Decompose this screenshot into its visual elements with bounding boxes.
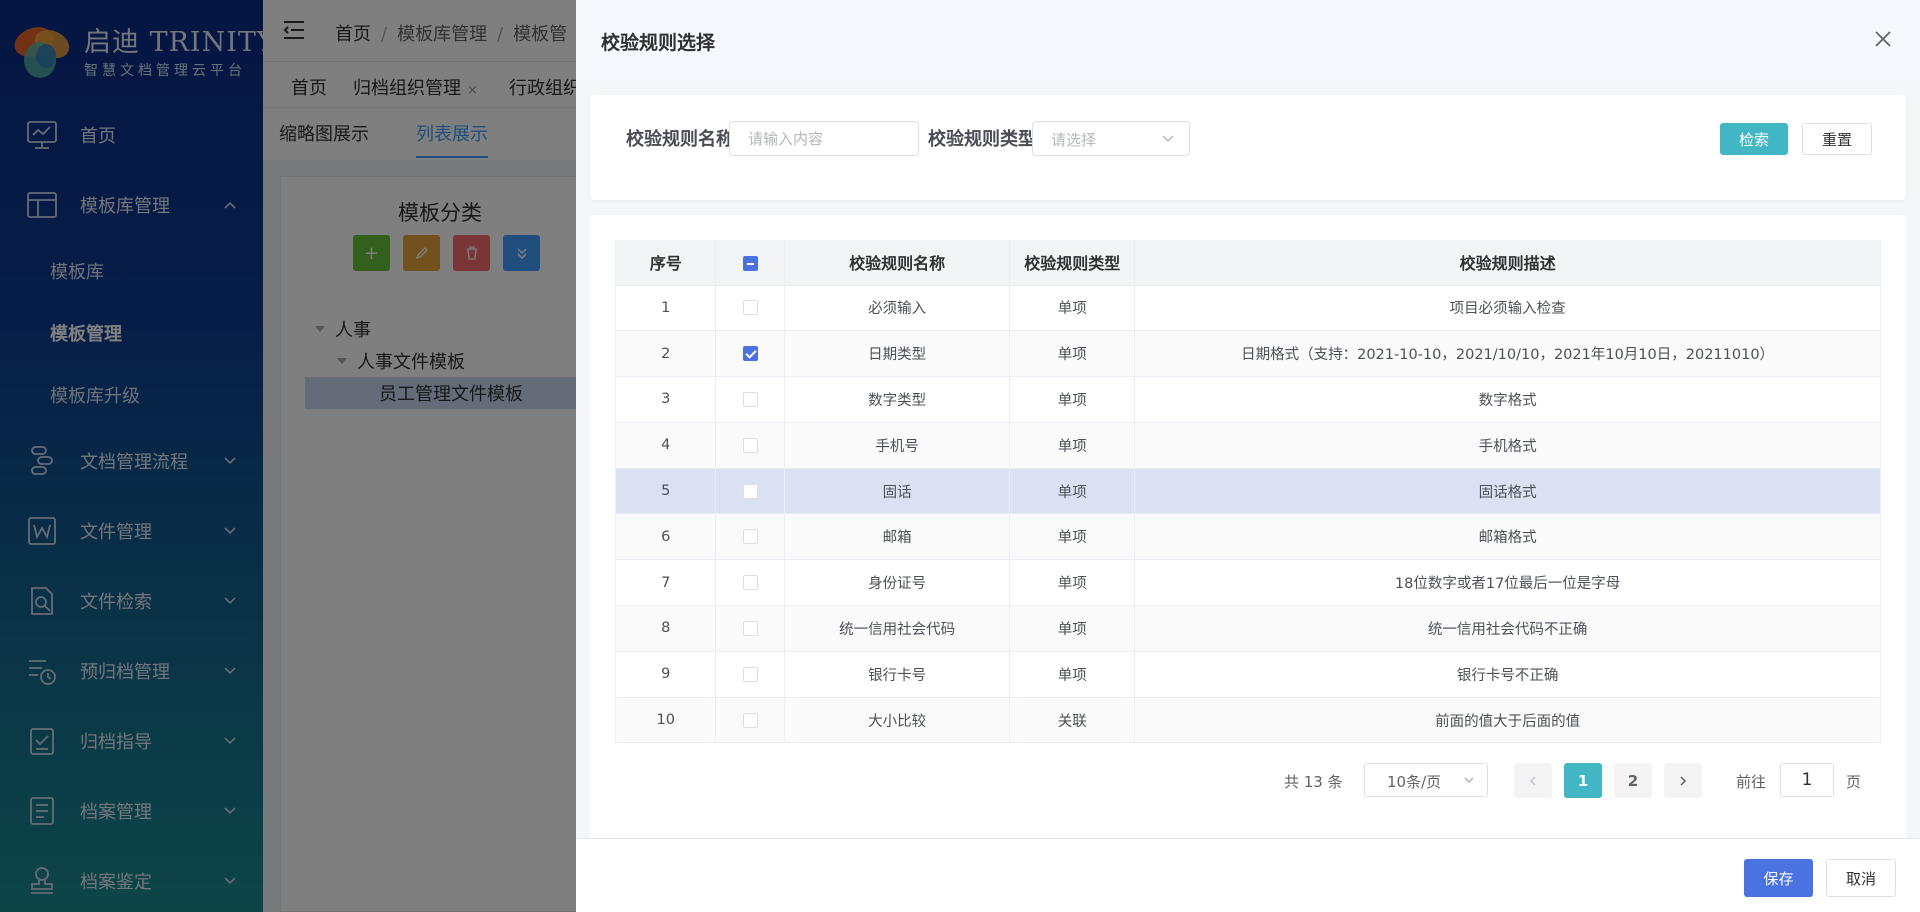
- rule-type-cell: 单项: [1009, 285, 1136, 332]
- row-number: 8: [614, 605, 717, 652]
- cancel-button[interactable]: 取消: [1826, 859, 1896, 897]
- rule-name-cell: 邮箱: [784, 513, 1011, 561]
- rules-table: 序号 校验规则名称 校验规则类型 校验规则描述 1 必须输入 单项 项目必须输入…: [614, 240, 1881, 744]
- search-button[interactable]: 检索: [1720, 123, 1788, 155]
- rule-desc-cell: 手机格式: [1134, 422, 1881, 469]
- column-header: 校验规则名称: [784, 240, 1011, 286]
- table-row[interactable]: 2 日期类型 单项 日期格式（支持：2021-10-10，2021/10/10，…: [614, 330, 1881, 378]
- page-size-value: 10条/页: [1387, 773, 1442, 791]
- row-checkbox[interactable]: [742, 300, 758, 316]
- page-size-select[interactable]: 10条/页: [1364, 763, 1488, 797]
- rule-desc-cell: 统一信用社会代码不正确: [1134, 605, 1881, 652]
- table-header-row: 序号 校验规则名称 校验规则类型 校验规则描述: [614, 240, 1881, 286]
- chevron-down-icon: [1162, 135, 1174, 142]
- row-checkbox[interactable]: [742, 620, 758, 636]
- row-number: 4: [614, 422, 717, 469]
- pagination: 共 13 条 10条/页 1 2 前往 页: [590, 763, 1906, 799]
- row-checkbox[interactable]: [742, 575, 758, 591]
- rule-desc-cell: 银行卡号不正确: [1134, 651, 1881, 698]
- row-number: 2: [614, 330, 717, 378]
- rule-type-cell: 关联: [1009, 697, 1136, 744]
- goto-unit: 页: [1846, 773, 1862, 791]
- rule-name-cell: 固话: [784, 468, 1011, 515]
- rule-desc-cell: 前面的值大于后面的值: [1134, 697, 1881, 744]
- page-button-1[interactable]: 1: [1564, 763, 1602, 798]
- table-row[interactable]: 3 数字类型 单项 数字格式: [614, 376, 1881, 423]
- row-number: 9: [614, 651, 717, 698]
- next-page-button[interactable]: [1664, 763, 1702, 798]
- rule-desc-cell: 日期格式（支持：2021-10-10，2021/10/10，2021年10月10…: [1134, 330, 1881, 378]
- select-all-checkbox[interactable]: [742, 255, 758, 271]
- save-button[interactable]: 保存: [1744, 859, 1813, 897]
- rule-name-cell: 银行卡号: [784, 651, 1011, 698]
- rule-name-cell: 统一信用社会代码: [784, 605, 1011, 652]
- rule-type-cell: 单项: [1009, 422, 1136, 469]
- row-checkbox[interactable]: [742, 666, 758, 682]
- rule-name-cell: 身份证号: [784, 559, 1011, 607]
- rule-select-drawer: 校验规则选择 校验规则名称: 校验规则类型: 请选择 检索 重置 序号 校验规则…: [576, 0, 1920, 912]
- chevron-right-icon: [1680, 775, 1687, 786]
- rule-name-cell: 数字类型: [784, 376, 1011, 423]
- rule-type-cell: 单项: [1009, 513, 1136, 561]
- row-checkbox[interactable]: [742, 391, 758, 407]
- row-number: 5: [614, 468, 717, 515]
- prev-page-button[interactable]: [1514, 763, 1552, 798]
- row-checkbox[interactable]: [742, 529, 758, 545]
- page-button-2[interactable]: 2: [1614, 763, 1652, 798]
- rule-type-cell: 单项: [1009, 376, 1136, 423]
- rule-type-cell: 单项: [1009, 559, 1136, 607]
- table-row[interactable]: 6 邮箱 单项 邮箱格式: [614, 513, 1881, 561]
- rule-type-label: 校验规则类型:: [928, 129, 1044, 150]
- rule-name-cell: 必须输入: [784, 285, 1011, 332]
- chevron-left-icon: [1529, 775, 1536, 786]
- row-checkbox[interactable]: [742, 712, 758, 728]
- rule-type-placeholder: 请选择: [1051, 131, 1097, 149]
- rule-desc-cell: 项目必须输入检查: [1134, 285, 1881, 332]
- total-count: 共 13 条: [1284, 773, 1343, 791]
- table-row[interactable]: 10 大小比较 关联 前面的值大于后面的值: [614, 697, 1881, 744]
- rule-desc-cell: 数字格式: [1134, 376, 1881, 423]
- rule-type-cell: 单项: [1009, 330, 1136, 378]
- table-row[interactable]: 1 必须输入 单项 项目必须输入检查: [614, 285, 1881, 332]
- row-checkbox[interactable]: [742, 346, 758, 362]
- rule-type-cell: 单项: [1009, 605, 1136, 652]
- rule-name-input[interactable]: [729, 121, 919, 156]
- table-row[interactable]: 5 固话 单项 固话格式: [614, 468, 1881, 515]
- rule-desc-cell: 固话格式: [1134, 468, 1881, 515]
- rule-name-cell: 日期类型: [784, 330, 1011, 378]
- row-checkbox[interactable]: [742, 437, 758, 453]
- rule-desc-cell: 18位数字或者17位最后一位是字母: [1134, 559, 1881, 607]
- row-number: 6: [614, 513, 717, 561]
- rule-name-cell: 大小比较: [784, 697, 1011, 744]
- rule-name-label: 校验规则名称:: [626, 129, 742, 150]
- table-row[interactable]: 8 统一信用社会代码 单项 统一信用社会代码不正确: [614, 605, 1881, 652]
- rule-type-select[interactable]: 请选择: [1032, 121, 1190, 156]
- goto-page-input[interactable]: [1780, 763, 1834, 797]
- close-icon[interactable]: [1872, 28, 1894, 50]
- column-header: 序号: [614, 240, 717, 286]
- rule-name-cell: 手机号: [784, 422, 1011, 469]
- table-row[interactable]: 4 手机号 单项 手机格式: [614, 422, 1881, 469]
- rule-type-cell: 单项: [1009, 651, 1136, 698]
- drawer-title: 校验规则选择: [601, 32, 716, 54]
- drawer-footer: 保存 取消: [576, 838, 1920, 912]
- row-number: 10: [614, 697, 717, 744]
- drawer-header: 校验规则选择: [576, 0, 1920, 80]
- column-header: 校验规则描述: [1134, 240, 1881, 286]
- search-form: 校验规则名称: 校验规则类型: 请选择 检索 重置: [590, 95, 1906, 200]
- row-number: 3: [614, 376, 717, 423]
- rules-table-card: 序号 校验规则名称 校验规则类型 校验规则描述 1 必须输入 单项 项目必须输入…: [590, 215, 1906, 840]
- table-row[interactable]: 7 身份证号 单项 18位数字或者17位最后一位是字母: [614, 559, 1881, 607]
- column-header: 校验规则类型: [1009, 240, 1136, 286]
- row-number: 1: [614, 285, 717, 332]
- reset-button[interactable]: 重置: [1802, 123, 1872, 155]
- table-row[interactable]: 9 银行卡号 单项 银行卡号不正确: [614, 651, 1881, 698]
- row-number: 7: [614, 559, 717, 607]
- select-all-cell: [715, 240, 785, 286]
- rule-desc-cell: 邮箱格式: [1134, 513, 1881, 561]
- rule-type-cell: 单项: [1009, 468, 1136, 515]
- row-checkbox[interactable]: [742, 483, 758, 499]
- goto-label: 前往: [1736, 773, 1767, 791]
- chevron-down-icon: [1464, 777, 1474, 783]
